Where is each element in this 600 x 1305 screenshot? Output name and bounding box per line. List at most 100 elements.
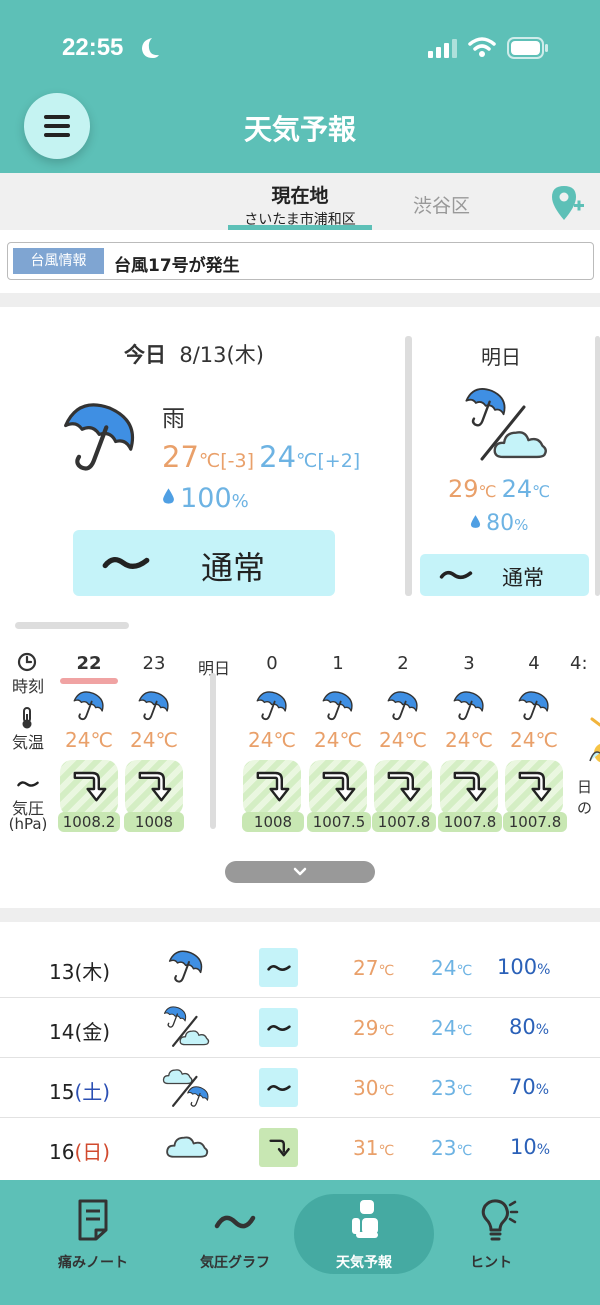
wifi-icon [468,37,496,57]
tilde-icon [99,550,153,576]
alert-badge: 台風情報 [13,248,104,274]
tab-active-indicator [228,225,372,230]
label-temp: 気温 [11,733,44,752]
location-tabs: 現在地 さいたま市浦和区 渋谷区 [0,173,600,230]
hour-label: 4 [528,653,540,674]
add-location-icon[interactable] [550,184,586,222]
daily-row[interactable]: 14(金) 29℃ 24℃ 80% [0,998,600,1058]
pressure-drop-icon [515,765,555,805]
nav-pressure-graph[interactable]: 気圧グラフ [165,1194,305,1274]
signal-icon [428,39,457,58]
pressure-wave-icon [16,778,40,790]
pressure-drop-icon [319,765,359,805]
today-date: 8/13(木) [179,343,264,367]
page-title: 天気予報 [243,113,356,146]
tilde-icon [266,961,292,975]
tomorrow-low: 24 [501,475,533,503]
temp-unit: ℃ [478,482,497,501]
pressure-drop-icon [267,1136,291,1160]
card-scroll-indicator [15,622,129,629]
daily-row[interactable]: 13(木) 27℃ 24℃ 100% [0,938,600,998]
today-condition: 雨 [162,406,185,432]
daily-rain: 80% [509,1015,550,1039]
tomorrow-rain-unit: % [514,516,529,534]
umbrella-icon [254,689,290,725]
daily-rain: 10% [510,1135,551,1159]
daily-date: 13(木) [49,956,110,985]
sun-label: 日の [577,778,593,817]
daily-row[interactable]: 15(土) 30℃ 23℃ 70% [0,1058,600,1118]
today-low: 24 [259,440,297,474]
daily-weekday: (金) [74,1020,111,1044]
hour-temp: 24℃ [510,728,558,752]
today-rain-unit: % [231,491,249,512]
daily-low: 24℃ [431,956,473,980]
tomorrow-high: 29 [448,475,479,503]
today-pain-forecast[interactable]: 通常 [73,530,335,596]
tab-current-label: 現在地 [271,185,329,207]
nav-pain-notes[interactable]: 痛みノート [23,1194,163,1274]
hour-pressure: 1008 [242,812,304,832]
daily-rain: 100% [497,955,551,979]
nav-pressure-graph-label: 気圧グラフ [200,1255,270,1271]
status-time: 22:55 [62,34,124,61]
app-header: 22:55 天気予報 [0,0,600,173]
hour-label: 0 [266,653,278,674]
hour-pressure: 1007.8 [372,812,436,832]
daily-day: 15 [49,1080,75,1104]
hour-label: 1 [332,653,344,674]
daily-weekday: (土) [74,1080,111,1104]
expand-hourly-button[interactable] [225,861,375,883]
daily-day: 13 [49,960,75,984]
thermometer-icon [22,707,32,729]
typhoon-alert[interactable]: 台風情報 台風17号が発生 [7,242,594,280]
weather-forecast-icon [352,1200,378,1238]
tomorrow-temperatures: 29℃ 24℃ [448,475,550,503]
daily-pain-normal [259,1008,298,1047]
cloud-icon [165,1130,209,1160]
chevron-down-icon [293,867,307,876]
daily-pain-drop [259,1128,298,1167]
daily-row[interactable]: 16(日) 31℃ 23℃ 10% [0,1118,600,1178]
daily-low: 24℃ [431,1016,473,1040]
tomorrow-pain-forecast[interactable]: 通常 [420,554,589,596]
nav-hints[interactable]: ヒント [421,1194,561,1274]
today-rain-value: 100 [180,483,232,514]
today-low-diff: [+2] [317,450,361,472]
notebook-icon [78,1199,108,1241]
tilde-icon [266,1021,292,1035]
battery-icon [507,37,548,59]
hour-pressure: 1007.8 [503,812,567,832]
hour-pressure: 1007.5 [307,812,371,832]
section-separator [0,908,600,922]
raindrop-icon [470,514,481,529]
hour-temp: 24℃ [65,728,113,752]
today-date-label: 今日 8/13(木) [124,339,264,369]
cloudy-then-rain-icon [162,1064,212,1107]
daily-weekday: (木) [74,960,111,984]
temp-unit: ℃ [532,482,551,501]
tomorrow-label: 明日 [481,345,521,369]
today-rain-chance: 100% [162,483,249,514]
rain-then-cloudy-icon [162,1004,212,1047]
daily-rain: 70% [509,1075,550,1099]
hour-label: 23 [142,653,166,674]
umbrella-icon [71,689,107,725]
nav-hints-label: ヒント [470,1255,512,1271]
hour-label: 4: [570,653,588,674]
tab-current-location[interactable]: 現在地 さいたま市浦和区 [228,173,372,230]
pressure-drop-icon [384,765,424,805]
tomorrow-rain-value: 80 [486,511,515,536]
tomorrow-pain-label: 通常 [502,566,544,590]
hour-temp: 24℃ [130,728,178,752]
tab-shibuya[interactable]: 渋谷区 [413,191,470,218]
daily-pain-normal [259,948,298,987]
hour-temp: 24℃ [379,728,427,752]
pressure-drop-icon [450,765,490,805]
daily-date: 15(土) [49,1076,110,1105]
umbrella-icon [136,689,172,725]
daily-day: 14 [49,1020,75,1044]
tilde-icon [266,1081,292,1095]
nav-weather-forecast[interactable]: 天気予報 [294,1194,434,1274]
daily-pain-normal [259,1068,298,1107]
